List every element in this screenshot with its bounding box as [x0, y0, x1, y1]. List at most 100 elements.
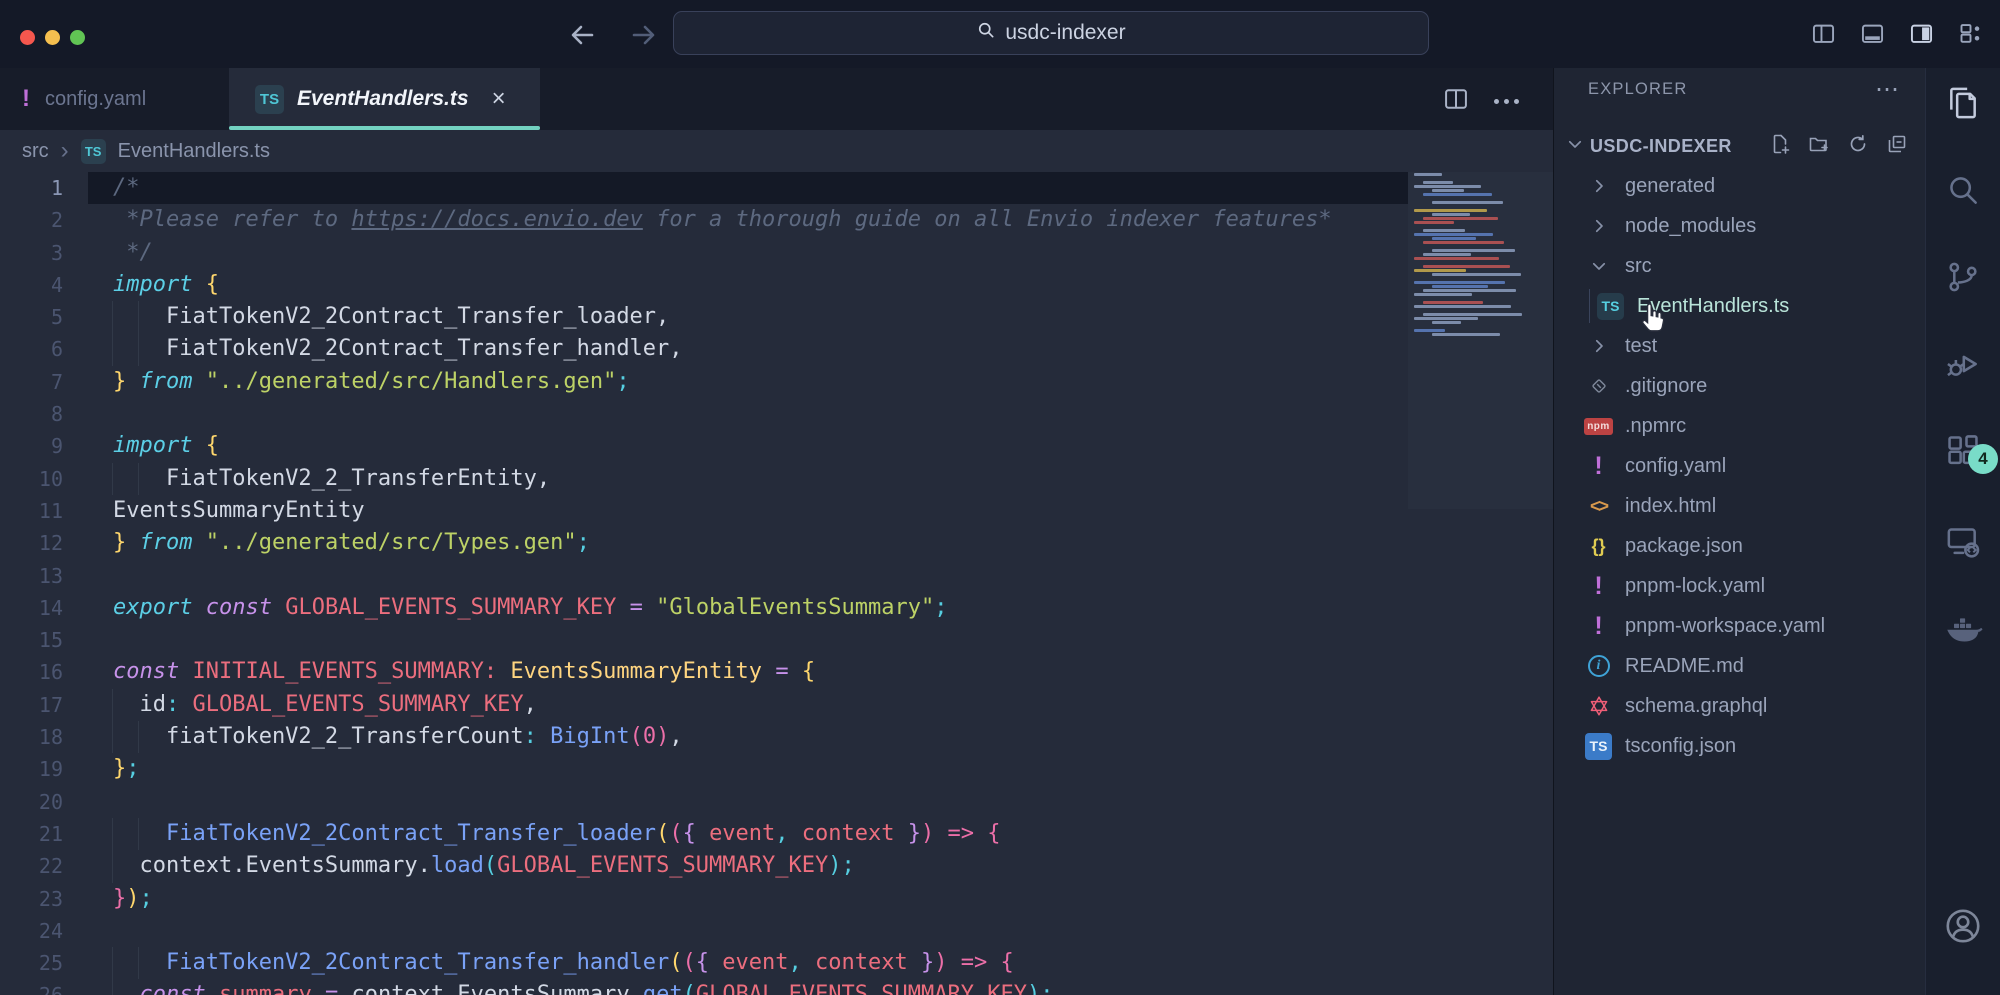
file-label: schema.graphql [1625, 695, 1767, 718]
code-line[interactable]: 22 context.EventsSummary.load(GLOBAL_EVE… [0, 850, 1553, 882]
file-row-eventhandlers-ts[interactable]: TSEventHandlers.ts [1554, 286, 1925, 326]
code-line[interactable]: 15 [0, 624, 1553, 656]
search-activity-icon[interactable] [1944, 171, 1982, 209]
explorer-activity-icon[interactable] [1943, 83, 1983, 123]
git-icon [1584, 375, 1613, 397]
title-bar: usdc-indexer [0, 0, 2000, 68]
breadcrumb-file[interactable]: EventHandlers.ts [118, 140, 270, 163]
close-tab-icon[interactable]: × [492, 87, 506, 111]
code-line[interactable]: 19}; [0, 753, 1553, 785]
breadcrumb-folder[interactable]: src [22, 140, 49, 163]
toggle-bottom-panel-icon[interactable] [1859, 20, 1886, 52]
code-line[interactable]: 1/* [0, 172, 1553, 204]
collapse-all-icon[interactable] [1885, 132, 1909, 161]
file-row-test[interactable]: test [1554, 326, 1925, 366]
code-line[interactable]: 3 */ [0, 237, 1553, 269]
file-row-tsconfig-json[interactable]: TStsconfig.json [1554, 726, 1925, 766]
project-root-row[interactable]: USDC-INDEXER [1554, 130, 1925, 162]
account-icon[interactable] [1942, 905, 1984, 947]
file-label: pnpm-workspace.yaml [1625, 615, 1825, 638]
code-line[interactable]: 11EventsSummaryEntity [0, 495, 1553, 527]
code-line[interactable]: 6 FiatTokenV2_2Contract_Transfer_handler… [0, 333, 1553, 365]
file-label: tsconfig.json [1625, 735, 1736, 758]
code-line[interactable]: 13 [0, 560, 1553, 592]
minimap[interactable] [1408, 172, 1533, 341]
file-row-config-yaml[interactable]: !config.yaml [1554, 446, 1925, 486]
chevron-right-icon: › [61, 137, 69, 165]
tab-bar: ! config.yaml TS EventHandlers.ts × [0, 68, 1553, 130]
code-line[interactable]: 7} from "../generated/src/Handlers.gen"; [0, 366, 1553, 398]
close-window-button[interactable] [20, 30, 35, 45]
project-search[interactable]: usdc-indexer [673, 11, 1429, 55]
code-line[interactable]: 26 const summary = context.EventsSummary… [0, 979, 1553, 995]
breadcrumb[interactable]: src › TS EventHandlers.ts [0, 130, 1553, 172]
remote-explorer-icon[interactable] [1943, 522, 1983, 562]
zoom-window-button[interactable] [70, 30, 85, 45]
file-label: node_modules [1625, 215, 1756, 238]
tab-eventhandlers-ts[interactable]: TS EventHandlers.ts × [229, 68, 540, 130]
code-editor[interactable]: 1/*2 *Please refer to https://docs.envio… [0, 172, 1553, 995]
toggle-left-panel-icon[interactable] [1810, 20, 1837, 52]
explorer-sidebar: EXPLORER ⋯ USDC-INDEXER [1553, 68, 1925, 995]
new-folder-icon[interactable] [1807, 132, 1831, 161]
file-label: package.json [1625, 535, 1743, 558]
file-row-pnpm-workspace-yaml[interactable]: !pnpm-workspace.yaml [1554, 606, 1925, 646]
docker-icon[interactable] [1942, 607, 1984, 649]
code-line[interactable]: 14export const GLOBAL_EVENTS_SUMMARY_KEY… [0, 592, 1553, 624]
file-row--gitignore[interactable]: .gitignore [1554, 366, 1925, 406]
source-control-icon[interactable] [1944, 258, 1982, 296]
line-number: 1 [0, 172, 63, 204]
file-row--npmrc[interactable]: npm.npmrc [1554, 406, 1925, 446]
code-lines: 1/*2 *Please refer to https://docs.envio… [0, 172, 1553, 995]
line-number: 9 [0, 430, 63, 462]
customize-layout-icon[interactable] [1957, 20, 1984, 52]
refresh-icon[interactable] [1846, 132, 1870, 161]
toggle-right-panel-icon[interactable] [1908, 20, 1935, 52]
more-actions-icon[interactable] [1494, 99, 1519, 104]
code-line[interactable]: 4import { [0, 269, 1553, 301]
line-number: 4 [0, 269, 63, 301]
code-line[interactable]: 5 FiatTokenV2_2Contract_Transfer_loader, [0, 301, 1553, 333]
file-row-pnpm-lock-yaml[interactable]: !pnpm-lock.yaml [1554, 566, 1925, 606]
file-row-src[interactable]: src [1554, 246, 1925, 286]
file-row-schema-graphql[interactable]: schema.graphql [1554, 686, 1925, 726]
minimize-window-button[interactable] [45, 30, 60, 45]
file-row-readme-md[interactable]: iREADME.md [1554, 646, 1925, 686]
code-line[interactable]: 23}); [0, 883, 1553, 915]
code-line[interactable]: 20 [0, 786, 1553, 818]
line-number: 21 [0, 818, 63, 850]
run-debug-icon[interactable] [1944, 345, 1982, 383]
line-number: 15 [0, 624, 63, 656]
file-row-generated[interactable]: generated [1554, 166, 1925, 206]
code-line[interactable]: 10 FiatTokenV2_2_TransferEntity, [0, 463, 1553, 495]
forward-arrow-icon[interactable] [626, 20, 660, 50]
line-number: 5 [0, 301, 63, 333]
explorer-more-icon[interactable]: ⋯ [1875, 85, 1901, 95]
file-row-node-modules[interactable]: node_modules [1554, 206, 1925, 246]
explorer-title: EXPLORER [1588, 80, 1687, 99]
code-line[interactable]: 18 fiatTokenV2_2_TransferCount: BigInt(0… [0, 721, 1553, 753]
tab-config-yaml[interactable]: ! config.yaml [0, 68, 210, 130]
graphql-icon [1584, 694, 1613, 718]
line-number: 24 [0, 915, 63, 947]
code-line[interactable]: 24 [0, 915, 1553, 947]
line-number: 23 [0, 883, 63, 915]
split-editor-icon[interactable] [1442, 85, 1470, 118]
line-number: 6 [0, 333, 63, 365]
code-line[interactable]: 25 FiatTokenV2_2Contract_Transfer_handle… [0, 947, 1553, 979]
code-line[interactable]: 16const INITIAL_EVENTS_SUMMARY: EventsSu… [0, 656, 1553, 688]
code-line[interactable]: 21 FiatTokenV2_2Contract_Transfer_loader… [0, 818, 1553, 850]
search-icon [976, 20, 996, 46]
file-label: generated [1625, 175, 1715, 198]
file-row-index-html[interactable]: <>index.html [1554, 486, 1925, 526]
code-line[interactable]: 12} from "../generated/src/Types.gen"; [0, 527, 1553, 559]
file-row-package-json[interactable]: {}package.json [1554, 526, 1925, 566]
code-line[interactable]: 8 [0, 398, 1553, 430]
line-number: 3 [0, 237, 63, 269]
code-line[interactable]: 2 *Please refer to https://docs.envio.de… [0, 204, 1553, 236]
back-arrow-icon[interactable] [566, 20, 600, 50]
line-number: 2 [0, 204, 63, 236]
new-file-icon[interactable] [1768, 132, 1792, 161]
code-line[interactable]: 9import { [0, 430, 1553, 462]
code-line[interactable]: 17 id: GLOBAL_EVENTS_SUMMARY_KEY, [0, 689, 1553, 721]
